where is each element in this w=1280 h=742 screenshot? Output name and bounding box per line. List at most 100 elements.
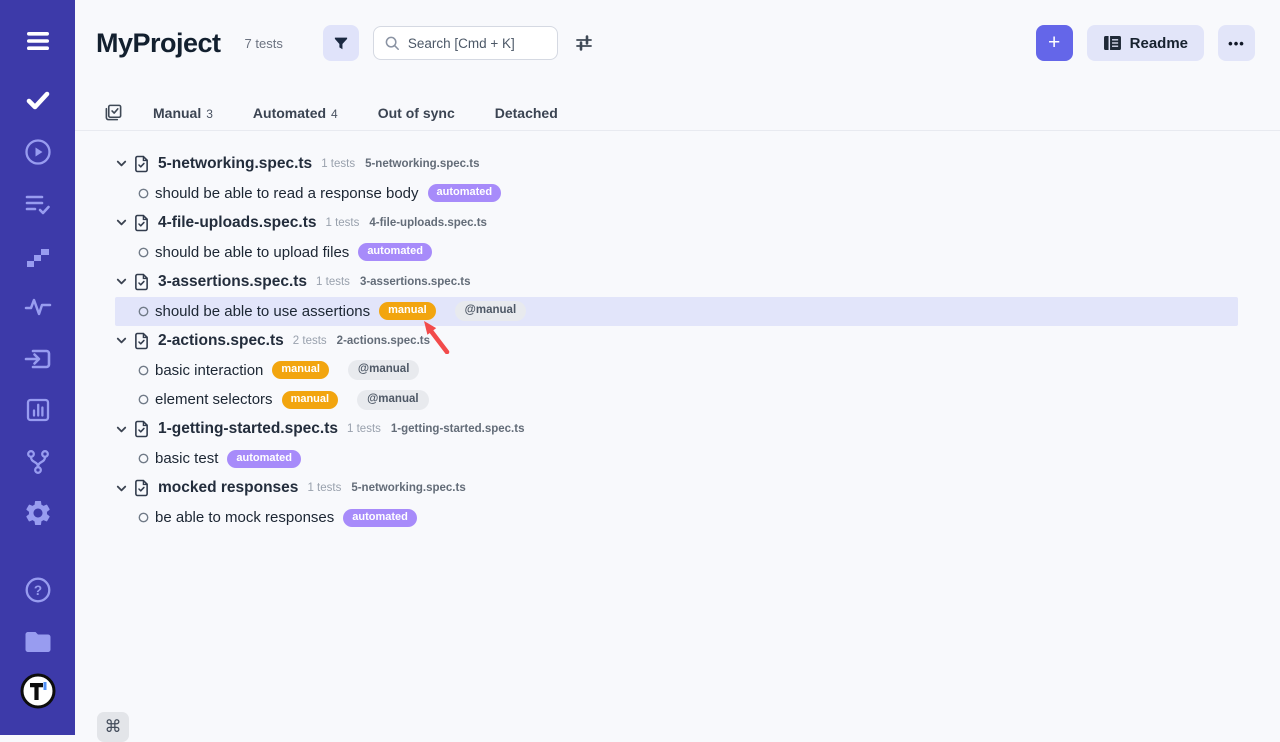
test-status-icon [138,247,149,258]
spec-tests-count: 1 tests [307,482,341,494]
bar-chart-icon [23,395,53,425]
sliders-icon [574,33,594,53]
spec-file-row[interactable]: 3-assertions.spec.ts1 tests3-assertions.… [115,267,1238,297]
tab-count: 4 [331,107,338,121]
spec-file-icon [134,332,149,350]
test-name: be able to mock responses [155,509,334,526]
pulse-icon [22,292,54,322]
test-status-icon [138,306,149,317]
test-row[interactable]: should be able to read a response bodyau… [115,179,1238,209]
tabs-bar: Manual3 Automated 4 Out of sync Detached [75,95,1280,131]
tab-automated[interactable]: Automated 4 [253,105,338,121]
test-row[interactable]: basic testautomated [115,444,1238,474]
test-status-icon [138,453,149,464]
test-badge: manual [379,302,436,320]
sidebar-item-help[interactable]: ? [0,572,75,608]
tab-manual[interactable]: Manual3 [153,105,213,121]
chevron-down-icon[interactable] [115,216,128,229]
spec-file-icon [134,214,149,232]
spec-file-name: 3-assertions.spec.ts [158,273,307,291]
main-area: MyProject 7 tests + [75,0,1280,735]
test-row[interactable]: should be able to upload files automated [115,238,1238,268]
check-icon [23,85,53,115]
spec-file-row[interactable]: mocked responses1 tests5-networking.spec… [115,474,1238,504]
add-button[interactable]: + [1036,25,1073,61]
spec-file-row[interactable]: 1-getting-started.spec.ts1 tests1-gettin… [115,415,1238,445]
spec-tests-count: 1 tests [347,423,381,435]
tab-detached[interactable]: Detached [495,105,558,121]
test-status-icon [138,512,149,523]
test-badge: automated [358,243,432,261]
spec-file-row[interactable]: 2-actions.spec.ts 2 tests 2-actions.spec.t… [115,326,1238,356]
svg-text:?: ? [33,583,41,598]
cmd-key-button[interactable]: ⌘ [97,712,129,742]
test-tag: @manual [455,301,526,321]
sidebar-item-folder[interactable] [0,624,75,660]
chevron-down-icon[interactable] [115,157,128,170]
test-status-icon [138,394,149,405]
spec-file-name: 2-actions.spec.ts [158,332,284,350]
test-status-icon [138,188,149,199]
spec-tests-count: 2 tests [293,335,327,347]
spec-file-icon [134,420,149,438]
sidebar-item-bar-chart[interactable] [0,392,75,428]
test-tag: @manual [348,360,419,380]
test-tag: @manual [357,390,428,410]
tabs: Manual3 Automated 4 Out of sync Detached [153,105,598,121]
help-icon: ? [23,575,53,605]
chevron-down-icon[interactable] [115,482,128,495]
sidebar-item-pulse[interactable] [0,289,75,325]
chevron-down-icon[interactable] [115,334,128,347]
readme-button[interactable]: Readme [1087,25,1204,61]
test-row[interactable]: basic interactionmanual@manual [115,356,1238,386]
test-badge: automated [428,184,502,202]
tab-label: Manual [153,105,201,121]
funnel-icon [332,34,350,52]
logo-icon [20,673,56,709]
sidebar-item-menu[interactable] [0,23,75,59]
filter-button[interactable] [323,25,359,61]
tab-label: Out of sync [378,105,455,121]
folder-icon [22,627,54,657]
select-all-icon[interactable] [104,103,123,122]
sidebar-item-branch[interactable] [0,444,75,480]
search-input[interactable] [408,36,547,51]
spec-file-icon [134,273,149,291]
sidebar-item-gear[interactable] [0,495,75,531]
header-actions: + Readme ••• [1036,25,1255,61]
sidebar-item-steps[interactable] [0,238,75,274]
test-row[interactable]: be able to mock responsesautomated [115,503,1238,533]
spec-file-row[interactable]: 4-file-uploads.spec.ts1 tests4-file-uplo… [115,208,1238,238]
test-row[interactable]: element selectors manual @manual [115,385,1238,415]
test-badge: manual [272,361,329,379]
test-name: element selectors [155,391,273,408]
chevron-down-icon[interactable] [115,275,128,288]
chevron-down-icon[interactable] [115,423,128,436]
tab-out-of-sync[interactable]: Out of sync [378,105,455,121]
spec-tests-count: 1 tests [321,158,355,170]
play-circle-icon [23,137,53,167]
test-name: should be able to upload files [155,244,349,261]
spec-file-path: 2-actions.spec.ts [337,335,430,347]
spec-file-icon [134,479,149,497]
test-badge: manual [282,391,339,409]
page-title: MyProject [96,28,221,59]
sidebar-item-list-check[interactable] [0,186,75,222]
test-status-icon [138,365,149,376]
more-button[interactable]: ••• [1218,25,1255,61]
sidebar-item-check[interactable] [0,82,75,118]
test-row[interactable]: should be able to use assertions manual @m… [115,297,1238,327]
topbar: MyProject 7 tests + [75,25,1280,61]
book-icon [1103,35,1122,51]
spec-file-row[interactable]: 5-networking.spec.ts1 tests5-networking.… [115,149,1238,179]
sidebar-item-play-circle[interactable] [0,134,75,170]
tab-label: Automated [253,105,326,121]
sidebar: ? [0,0,75,735]
sidebar-item-logo[interactable] [0,673,75,709]
spec-file-path: 1-getting-started.spec.ts [391,423,525,435]
sidebar-item-import[interactable] [0,341,75,377]
test-name: should be able to use assertions [155,303,370,320]
filter-settings-button[interactable] [566,25,602,61]
spec-file-name: 4-file-uploads.spec.ts [158,214,316,232]
steps-icon [23,241,53,271]
